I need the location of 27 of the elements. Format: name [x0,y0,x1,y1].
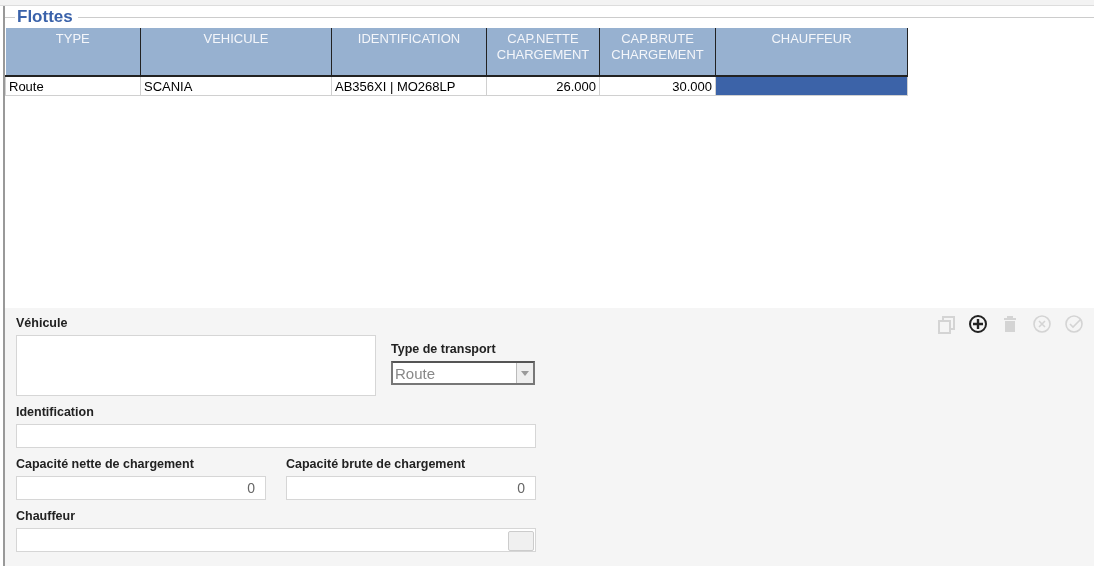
field-label: Chauffeur [16,509,77,523]
column-header[interactable]: CAP.BRUTE CHARGEMENT [599,28,716,76]
transport-type-dropdown[interactable]: Route [391,361,535,385]
caret-icon [521,370,529,376]
column-header[interactable]: CAP.NETTE CHARGEMENT [486,28,600,76]
section-title: Flottes [17,7,73,27]
table-cell: 26.000 [486,76,600,96]
field-label: Véhicule [16,316,69,330]
column-header[interactable]: VEHICULE [140,28,332,76]
column-header[interactable]: TYPE [5,28,141,76]
driver-field[interactable] [16,528,536,552]
add-icon[interactable] [968,314,988,334]
table-cell: AB356XI | MO268LP [331,76,487,96]
identification-field[interactable] [16,424,536,448]
net-capacity-field[interactable]: 0 [16,476,266,500]
vehicle-text-area[interactable] [16,335,376,396]
column-header[interactable]: CHAUFFEUR [715,28,908,76]
table-cell: 30.000 [599,76,716,96]
field-label: Capacité brute de chargement [286,457,467,471]
column-header[interactable]: IDENTIFICATION [331,28,487,76]
field-label: Type de transport [391,342,497,356]
table-cell: Route [5,76,141,96]
picker-button[interactable] [508,531,534,551]
field-label: Capacité nette de chargement [16,457,195,471]
gross-capacity-field[interactable]: 0 [286,476,536,500]
field-label: Identification [16,405,95,419]
table-cell: SCANIA [140,76,332,96]
